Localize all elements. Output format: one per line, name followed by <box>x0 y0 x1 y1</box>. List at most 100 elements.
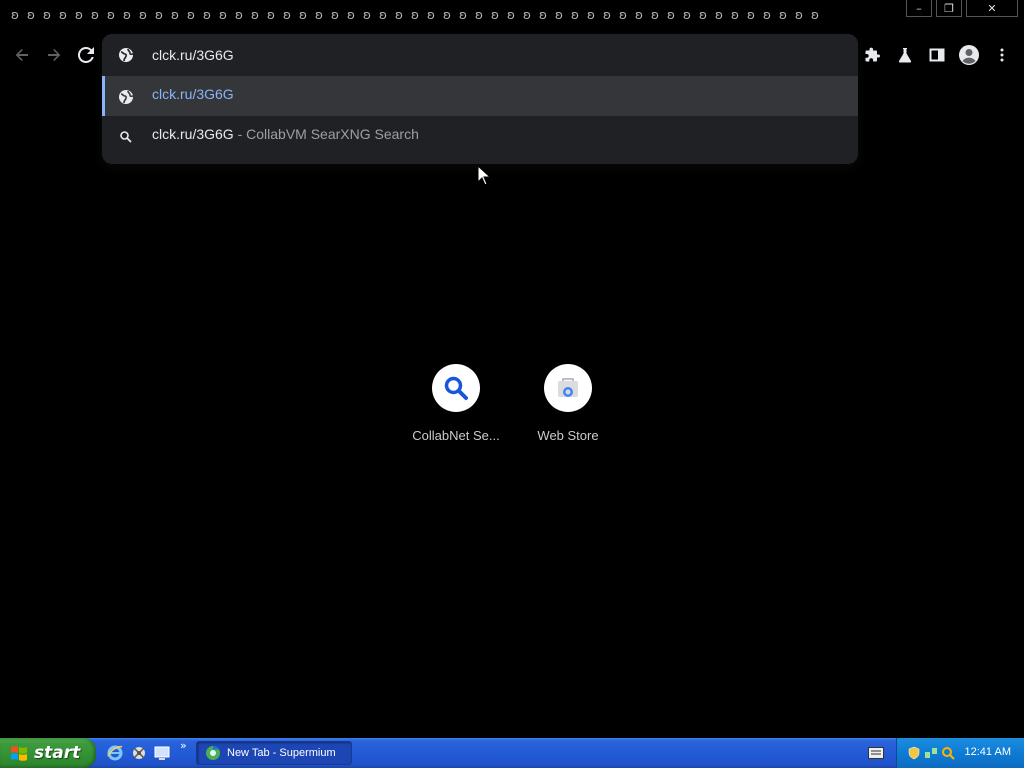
tab-favicon-icon[interactable]: ʚ <box>88 8 102 22</box>
back-button[interactable] <box>11 44 33 66</box>
tab-favicon-icon[interactable]: ʚ <box>632 8 646 22</box>
address-input[interactable] <box>152 45 752 65</box>
internet-explorer-icon[interactable] <box>106 744 124 762</box>
labs-flask-icon <box>898 48 912 63</box>
tab-favicon-icon[interactable]: ʚ <box>24 8 38 22</box>
side-panel-button[interactable] <box>926 44 948 66</box>
tab-favicon-icon[interactable]: ʚ <box>616 8 630 22</box>
tab-favicon-icon[interactable]: ʚ <box>504 8 518 22</box>
tab-favicon-icon[interactable]: ʚ <box>472 8 486 22</box>
tab-favicon-icon[interactable]: ʚ <box>152 8 166 22</box>
back-arrow-icon <box>15 49 28 61</box>
tab-favicon-icon[interactable]: ʚ <box>232 8 246 22</box>
tab-favicon-icon[interactable]: ʚ <box>8 8 22 22</box>
tab-favicon-icon[interactable]: ʚ <box>568 8 582 22</box>
minimize-button[interactable]: – <box>906 0 932 17</box>
tab-favicon-icon[interactable]: ʚ <box>184 8 198 22</box>
tab-favicon-icon[interactable]: ʚ <box>456 8 470 22</box>
suggestion-text: clck.ru/3G6G - CollabVM SearXNG Search <box>152 126 419 142</box>
menu-icon <box>1000 48 1004 62</box>
tab-favicon-icon[interactable]: ʚ <box>760 8 774 22</box>
tab-favicon-icon[interactable]: ʚ <box>408 8 422 22</box>
labs-button[interactable] <box>894 44 916 66</box>
tab-favicon-icon[interactable]: ʚ <box>280 8 294 22</box>
tab-favicon-icon[interactable]: ʚ <box>120 8 134 22</box>
tab-favicon-icon[interactable]: ʚ <box>712 8 726 22</box>
tab-favicon-icon[interactable]: ʚ <box>600 8 614 22</box>
tab-favicon-icon[interactable]: ʚ <box>664 8 678 22</box>
tab-favicon-icon[interactable]: ʚ <box>776 8 790 22</box>
globe-icon <box>119 90 134 104</box>
start-button[interactable]: start <box>0 738 96 768</box>
globe-icon <box>119 48 134 62</box>
menu-button[interactable] <box>991 44 1013 66</box>
supermium-browser-icon <box>206 746 220 760</box>
security-shield-icon[interactable] <box>907 746 921 760</box>
show-desktop-icon[interactable] <box>153 744 171 762</box>
tab-favicon-icon[interactable]: ʚ <box>296 8 310 22</box>
tab-favicon-icon[interactable]: ʚ <box>168 8 182 22</box>
tab-favicon-icon[interactable]: ʚ <box>680 8 694 22</box>
tab-favicon-icon[interactable]: ʚ <box>520 8 534 22</box>
suggestion-search[interactable]: clck.ru/3G6G - CollabVM SearXNG Search <box>102 116 858 156</box>
search-magnifier-icon <box>444 376 468 400</box>
tab-favicon-icon[interactable]: ʚ <box>584 8 598 22</box>
close-button[interactable]: ✕ <box>966 0 1018 17</box>
tab-favicon-icon[interactable]: ʚ <box>744 8 758 22</box>
shortcut-collabnet-search[interactable]: CollabNet Se... <box>400 364 512 443</box>
tab-favicon-icon[interactable]: ʚ <box>136 8 150 22</box>
taskbar-button-supermium[interactable]: New Tab - Supermium <box>196 741 352 765</box>
tab-favicon-icon[interactable]: ʚ <box>360 8 374 22</box>
keyboard-layout-icon[interactable] <box>868 747 884 759</box>
tab-favicon-icon[interactable]: ʚ <box>440 8 454 22</box>
tab-favicon-icon[interactable]: ʚ <box>344 8 358 22</box>
clock[interactable]: 12:41 AM <box>965 746 1011 758</box>
tab-favicon-icon[interactable]: ʚ <box>72 8 86 22</box>
tab-favicon-icon[interactable]: ʚ <box>312 8 326 22</box>
tab-favicon-icon[interactable]: ʚ <box>264 8 278 22</box>
profile-button[interactable] <box>958 44 980 66</box>
forward-arrow-icon <box>48 49 61 61</box>
forward-button[interactable] <box>43 44 65 66</box>
suggestion-text: clck.ru/3G6G <box>152 86 234 102</box>
start-label: start <box>34 743 81 763</box>
shortcut-icon-circle <box>544 364 592 412</box>
tab-favicon-icon[interactable]: ʚ <box>552 8 566 22</box>
shortcut-web-store[interactable]: Web Store <box>512 364 624 443</box>
tab-favicon-icon[interactable]: ʚ <box>104 8 118 22</box>
suggestion-url[interactable]: clck.ru/3G6G <box>102 76 858 116</box>
tab-favicon-icon[interactable]: ʚ <box>728 8 742 22</box>
tab-favicon-icon[interactable]: ʚ <box>200 8 214 22</box>
tab-favicon-icon[interactable]: ʚ <box>648 8 662 22</box>
tab-favicon-icon[interactable]: ʚ <box>424 8 438 22</box>
tab-favicon-icon[interactable]: ʚ <box>792 8 806 22</box>
extensions-icon <box>865 47 880 62</box>
suggestion-description: - CollabVM SearXNG Search <box>233 126 419 142</box>
tab-favicon-icon[interactable]: ʚ <box>488 8 502 22</box>
shortcut-icon-circle <box>432 364 480 412</box>
quicklaunch-more-chevron[interactable]: » <box>180 739 187 752</box>
tab-favicon-icon[interactable]: ʚ <box>56 8 70 22</box>
tab-favicon-icon[interactable]: ʚ <box>248 8 262 22</box>
media-player-icon[interactable] <box>130 744 148 762</box>
reload-button[interactable] <box>75 44 97 66</box>
mouse-cursor-icon <box>477 165 491 186</box>
network-icon[interactable] <box>924 746 938 760</box>
windows-logo-icon <box>11 746 27 761</box>
tab-favicon-icon[interactable]: ʚ <box>40 8 54 22</box>
tab-strip[interactable]: ʚʚʚʚʚʚʚʚʚʚʚʚʚʚʚʚʚʚʚʚʚʚʚʚʚʚʚʚʚʚʚʚʚʚʚʚʚʚʚʚ… <box>8 8 822 22</box>
shortcut-label: CollabNet Se... <box>412 428 500 443</box>
tab-favicon-icon[interactable]: ʚ <box>808 8 822 22</box>
tab-favicon-icon[interactable]: ʚ <box>536 8 550 22</box>
web-store-icon <box>558 378 578 397</box>
search-icon[interactable] <box>941 746 955 760</box>
restore-button[interactable]: ❐ <box>936 0 962 17</box>
tab-favicon-icon[interactable]: ʚ <box>376 8 390 22</box>
tab-favicon-icon[interactable]: ʚ <box>328 8 342 22</box>
tab-favicon-icon[interactable]: ʚ <box>392 8 406 22</box>
tab-favicon-icon[interactable]: ʚ <box>696 8 710 22</box>
taskbar-button-label: New Tab - Supermium <box>227 747 336 759</box>
extensions-button[interactable] <box>862 44 884 66</box>
shortcut-label: Web Store <box>537 428 599 443</box>
tab-favicon-icon[interactable]: ʚ <box>216 8 230 22</box>
